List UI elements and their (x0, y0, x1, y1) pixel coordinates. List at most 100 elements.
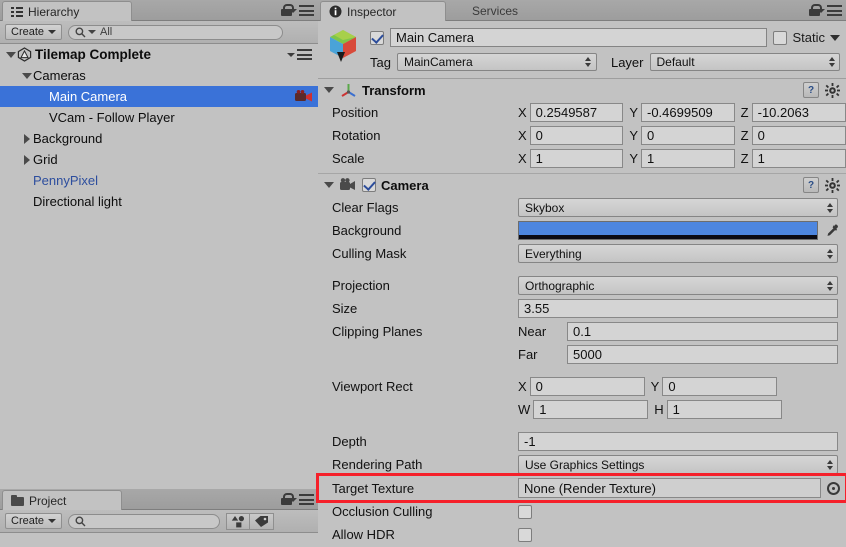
property-row-projection: Projection Orthographic (318, 274, 846, 297)
hamburger-menu-icon[interactable] (289, 494, 314, 505)
twisty-down[interactable] (20, 72, 33, 79)
property-label: Rotation (332, 128, 381, 143)
vector-component-x: X0 (518, 126, 624, 145)
clipping-plane-far: Far 5000 (518, 345, 838, 364)
shapes-filter-icon[interactable] (226, 512, 251, 530)
vector-input-x[interactable]: 1 (529, 149, 624, 168)
camera-badge-icon (294, 90, 314, 104)
tag-filter-icon[interactable] (250, 512, 275, 530)
create-button[interactable]: Create (5, 24, 63, 40)
hierarchy-item-grid[interactable]: Grid (0, 149, 318, 170)
component-header-transform[interactable]: Transform? (318, 79, 846, 101)
chevron-down-icon[interactable] (324, 87, 334, 93)
color-swatch[interactable] (518, 221, 818, 240)
project-tabbar: Project (0, 489, 318, 510)
gear-icon[interactable] (825, 82, 840, 98)
inspector-body: Main Camera Static Tag MainCamera Layer (318, 21, 846, 547)
vector-input-w[interactable]: 1 (533, 400, 649, 419)
property-label: Size (332, 301, 358, 316)
chevron-down-icon[interactable] (324, 182, 334, 188)
hierarchy-item-label: Tilemap Complete (35, 47, 152, 62)
vector-input-x[interactable]: 0 (529, 126, 624, 145)
tab-services[interactable]: Services (448, 1, 544, 21)
eyedropper-icon[interactable] (824, 224, 840, 238)
help-book-icon[interactable]: ? (803, 177, 819, 193)
component-title: Transform (362, 82, 426, 98)
tab-project[interactable]: Project (2, 490, 122, 510)
axis-label: W (518, 402, 531, 417)
chevron-updown-icon (826, 280, 833, 291)
chevron-updown-icon (828, 57, 835, 67)
property-checkbox-allow-hdr[interactable] (518, 527, 532, 542)
property-input-depth[interactable]: -1 (518, 432, 838, 451)
vector-input-h[interactable]: 1 (666, 400, 782, 419)
hamburger-menu-icon[interactable] (817, 5, 842, 16)
static-toggle[interactable]: Static (773, 30, 840, 45)
component-enabled-checkbox[interactable] (362, 178, 376, 192)
vector-input-z[interactable]: 0 (751, 126, 846, 145)
vector-field: X0Y0Z0 (518, 126, 846, 145)
chevron-right-icon (23, 154, 30, 165)
property-checkbox-occlusion-culling[interactable] (518, 504, 532, 519)
tab-hierarchy[interactable]: Hierarchy (2, 1, 132, 21)
vector-input-y[interactable]: 0 (641, 126, 735, 145)
component-header-icons: ? (803, 177, 840, 193)
property-dropdown-rendering-path[interactable]: Use Graphics Settings (518, 455, 838, 474)
property-dropdown-culling-mask[interactable]: Everything (518, 244, 838, 263)
tab-inspector[interactable]: Inspector (320, 1, 446, 21)
twisty-down[interactable] (4, 51, 17, 58)
hierarchy-item-cameras[interactable]: Cameras (0, 65, 318, 86)
hierarchy-root-menu-icon[interactable] (287, 49, 312, 60)
hierarchy-item-background[interactable]: Background (0, 128, 318, 149)
hierarchy-item-tilemap-complete[interactable]: Tilemap Complete (0, 44, 318, 65)
dropdown-value: Everything (525, 246, 582, 261)
property-input-size[interactable]: 3.55 (518, 299, 838, 318)
chevron-down-icon[interactable] (830, 34, 840, 41)
vector-input-x[interactable]: 0 (529, 377, 645, 396)
axis-label: X (518, 128, 527, 143)
hierarchy-item-directional-light[interactable]: Directional light (0, 191, 318, 212)
object-enabled-checkbox[interactable] (370, 30, 384, 45)
vector-input-y[interactable]: 1 (641, 149, 735, 168)
project-search-input[interactable] (68, 513, 221, 529)
twisty-right[interactable] (20, 133, 33, 144)
layer-dropdown[interactable]: Default (649, 53, 840, 71)
vector-input-z[interactable]: 1 (751, 149, 846, 168)
hierarchy-item-label: Background (33, 131, 103, 146)
hierarchy-search-input[interactable]: All (68, 24, 284, 40)
object-select-icon[interactable] (827, 481, 840, 495)
vector-input-x[interactable]: 0.2549587 (529, 103, 624, 122)
prefab-cube-icon (326, 28, 360, 64)
vector-input-z[interactable]: -10.2063 (751, 103, 846, 122)
chevron-updown-icon (826, 248, 833, 259)
property-row-culling-mask: Culling Mask Everything (318, 242, 846, 265)
row-spacer (318, 366, 846, 375)
object-field-target-texture[interactable]: None (Render Texture) (518, 478, 821, 498)
hamburger-menu-icon[interactable] (289, 5, 314, 16)
hierarchy-item-pennypixel[interactable]: PennyPixel (0, 170, 318, 191)
property-dropdown-projection[interactable]: Orthographic (518, 276, 838, 295)
component-title: Camera (381, 177, 429, 193)
clipping-input-near[interactable]: 0.1 (567, 322, 838, 341)
hierarchy-item-main-camera[interactable]: Main Camera (0, 86, 318, 107)
hierarchy-tree: Tilemap Complete Cameras Main Camera VCam -… (0, 44, 318, 489)
sub-label: Far (518, 347, 538, 362)
twisty-right[interactable] (20, 154, 33, 165)
component-header-camera[interactable]: Camera? (318, 174, 846, 196)
dropdown-value: Orthographic (525, 278, 595, 293)
static-checkbox[interactable] (773, 30, 788, 45)
clipping-input-far[interactable]: 5000 (567, 345, 838, 364)
help-book-icon[interactable]: ? (803, 82, 819, 98)
folder-icon (11, 495, 24, 506)
hierarchy-item-vcam-follow-player[interactable]: VCam - Follow Player (0, 107, 318, 128)
tag-dropdown[interactable]: MainCamera (396, 53, 597, 71)
object-name-input[interactable]: Main Camera (390, 28, 768, 47)
project-create-button[interactable]: Create (5, 513, 63, 529)
property-row-clear-flags: Clear Flags Skybox (318, 196, 846, 219)
vector-input-y[interactable]: -0.4699509 (641, 103, 735, 122)
project-panel: Project Create (0, 489, 318, 547)
vector-input-y[interactable]: 0 (662, 377, 778, 396)
vector-component-h: H1 (654, 400, 782, 419)
property-dropdown-clear-flags[interactable]: Skybox (518, 198, 838, 217)
gear-icon[interactable] (825, 177, 840, 193)
